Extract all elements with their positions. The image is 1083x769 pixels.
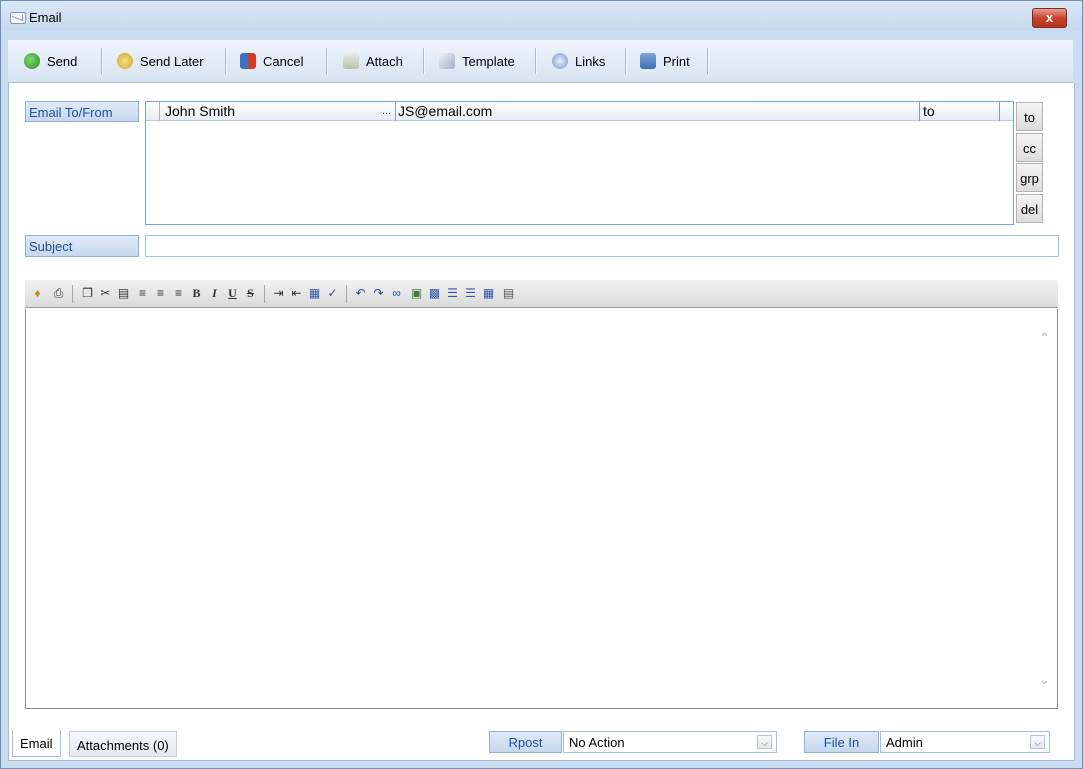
toolbar-separator: [225, 48, 227, 74]
links-button[interactable]: Links: [552, 48, 605, 74]
toolbar-separator: [101, 48, 103, 74]
file-in-select[interactable]: Admin ⌵: [880, 731, 1050, 753]
underline-icon[interactable]: U: [225, 286, 240, 301]
toolbar-separator: [535, 48, 537, 74]
redo-icon[interactable]: ↷: [371, 286, 386, 301]
cancel-label: Cancel: [263, 53, 304, 69]
indent-icon[interactable]: ⇥: [271, 286, 286, 301]
links-label: Links: [575, 53, 606, 69]
main-toolbar: Send Send Later Cancel Attach Template L…: [8, 40, 1073, 83]
rpost-select-value: No Action: [569, 735, 625, 750]
template-button[interactable]: Template: [439, 48, 515, 74]
toolbar-separator: [326, 48, 328, 74]
align-left-icon[interactable]: ≡: [135, 286, 150, 301]
send-label: Send: [47, 53, 78, 69]
print-icon: [640, 53, 656, 69]
horizontal-rule-icon[interactable]: ▤: [501, 286, 516, 301]
bold-icon[interactable]: B: [189, 286, 204, 301]
send-icon: [24, 53, 40, 69]
row-indicator: [146, 102, 160, 121]
recipient-row[interactable]: John Smith ... JS@email.com to: [146, 102, 1013, 121]
rpost-select[interactable]: No Action ⌵: [563, 731, 777, 753]
add-cc-button[interactable]: cc: [1016, 133, 1043, 162]
hyperlink-icon[interactable]: ∞: [389, 286, 404, 301]
undo-icon[interactable]: ↶: [353, 286, 368, 301]
send-later-label: Send Later: [140, 53, 204, 69]
file-in-label: File In: [804, 731, 879, 753]
spellcheck-icon[interactable]: ✓: [325, 286, 340, 301]
italic-icon[interactable]: I: [207, 286, 222, 301]
highlight-icon[interactable]: ▦: [307, 286, 322, 301]
numbered-list-icon[interactable]: ☰: [445, 286, 460, 301]
print-label: Print: [663, 53, 690, 69]
chevron-down-icon[interactable]: ⌵: [757, 735, 772, 749]
copy-icon[interactable]: ❐: [80, 286, 95, 301]
recipient-type[interactable]: to: [920, 102, 1000, 121]
subject-label: Subject: [25, 235, 139, 257]
attach-icon: [343, 53, 359, 69]
editor-separator: [346, 285, 347, 303]
recipient-name[interactable]: John Smith: [160, 102, 382, 121]
send-later-button[interactable]: Send Later: [117, 48, 204, 74]
file-in-select-value: Admin: [886, 735, 923, 750]
toolbar-separator: [707, 48, 709, 74]
insert-image-icon[interactable]: ▣: [409, 286, 424, 301]
recipient-browse-button[interactable]: ...: [382, 102, 396, 121]
delete-recipient-button[interactable]: del: [1016, 194, 1043, 223]
editor-separator: [264, 285, 265, 303]
toolbar-separator: [625, 48, 627, 74]
add-to-button[interactable]: to: [1016, 102, 1043, 131]
window-title: Email: [29, 10, 62, 25]
align-right-icon[interactable]: ≡: [171, 286, 186, 301]
strikethrough-icon[interactable]: S: [243, 286, 258, 301]
send-button[interactable]: Send: [24, 48, 77, 74]
align-center-icon[interactable]: ≡: [153, 286, 168, 301]
template-icon: [439, 53, 455, 69]
cancel-icon: [240, 53, 256, 69]
rpost-label: Rpost: [489, 731, 562, 753]
recipient-list[interactable]: John Smith ... JS@email.com to: [145, 101, 1014, 225]
insert-table-icon[interactable]: ▦: [481, 286, 496, 301]
chevron-down-icon[interactable]: ⌵: [1030, 735, 1045, 749]
toolbar-separator: [423, 48, 425, 74]
envelope-icon: [10, 12, 26, 24]
email-to-from-label: Email To/From: [25, 101, 139, 122]
insert-object-icon[interactable]: ▩: [427, 286, 442, 301]
editor-separator: [72, 285, 73, 303]
print-icon[interactable]: ⎙: [51, 286, 66, 301]
bullet-list-icon[interactable]: ☰: [463, 286, 478, 301]
scroll-down-icon[interactable]: ⌄: [1039, 672, 1050, 688]
message-body-editor[interactable]: [25, 309, 1058, 709]
attach-label: Attach: [366, 53, 403, 69]
tab-email[interactable]: Email: [12, 730, 61, 757]
recipient-email[interactable]: JS@email.com: [396, 102, 920, 121]
template-label: Template: [462, 53, 515, 69]
cut-icon[interactable]: ✂: [98, 286, 113, 301]
attach-button[interactable]: Attach: [343, 48, 403, 74]
outdent-icon[interactable]: ⇤: [289, 286, 304, 301]
clock-icon: [117, 53, 133, 69]
tab-attachments[interactable]: Attachments (0): [69, 731, 177, 757]
print-button[interactable]: Print: [640, 48, 690, 74]
cancel-button[interactable]: Cancel: [240, 48, 303, 74]
editor-toolbar: ♦ ⎙ ❐ ✂ ▤ ≡ ≡ ≡ B I U S ⇥ ⇤ ▦ ✓ ↶ ↷ ∞ ▣ …: [25, 280, 1058, 308]
clear-format-icon[interactable]: ♦: [30, 286, 45, 301]
scroll-up-icon[interactable]: ⌃: [1039, 330, 1050, 346]
links-icon: [552, 53, 568, 69]
paste-icon[interactable]: ▤: [116, 286, 131, 301]
subject-input[interactable]: [145, 235, 1059, 257]
title-bar: Email x: [1, 1, 1082, 31]
close-button[interactable]: x: [1032, 8, 1067, 28]
add-group-button[interactable]: grp: [1016, 163, 1043, 192]
